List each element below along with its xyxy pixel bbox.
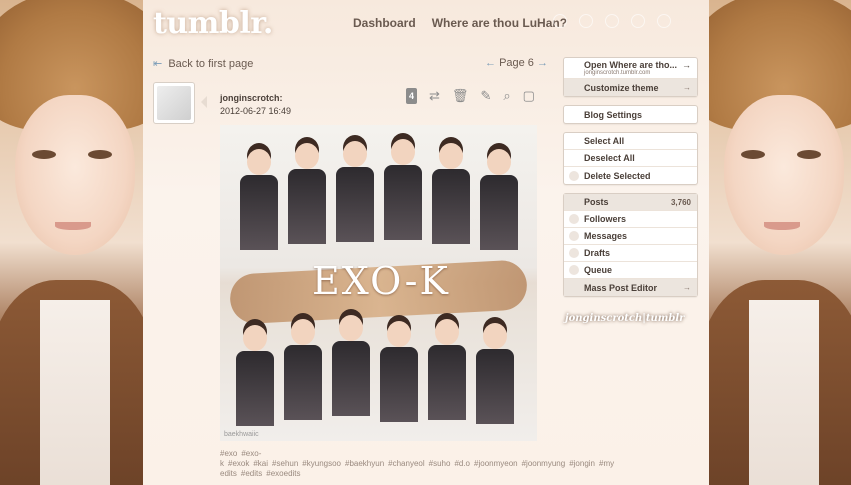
image-watermark: baekhwaiic xyxy=(224,431,259,438)
logout-icon[interactable] xyxy=(657,14,671,28)
left-background-portrait xyxy=(0,0,143,485)
post-meta: jonginscrotch: 2012-06-27 16:49 xyxy=(220,92,291,118)
blog-settings-link[interactable]: Blog Settings xyxy=(564,106,697,123)
reblog-count-badge: 4 xyxy=(406,88,418,104)
tumblr-logo[interactable]: tumblr. xyxy=(153,6,273,41)
pager: ⇤ Back to first page ← Page 6 → xyxy=(153,57,548,70)
deselect-all-button[interactable]: Deselect All xyxy=(564,150,697,167)
avatar[interactable] xyxy=(153,82,195,124)
post-tag[interactable]: #kai xyxy=(253,459,268,468)
reblog-icon[interactable]: ⇄ xyxy=(429,89,440,103)
trash-icon[interactable]: 🗑 xyxy=(452,89,469,103)
open-blog-link[interactable]: Open Where are tho... → jonginscrotch.tum… xyxy=(564,58,697,79)
top-nav: Dashboard Where are thou LuHan? xyxy=(353,16,567,30)
post-tag[interactable]: #baekhyun xyxy=(345,459,384,468)
arrow-right-icon: → xyxy=(537,57,548,69)
post-tag[interactable]: #exo xyxy=(220,449,237,458)
back-to-first-link[interactable]: ⇤ Back to first page xyxy=(153,57,253,70)
selection-box: Select All Deselect All Delete Selected xyxy=(563,132,698,185)
drafts-link[interactable]: Drafts xyxy=(564,245,697,262)
customize-theme-link[interactable]: Customize theme → xyxy=(564,79,697,96)
inbox-icon[interactable] xyxy=(579,14,593,28)
post-tag[interactable]: #exoedits xyxy=(266,469,300,478)
arrow-right-icon: → xyxy=(682,60,691,70)
post-tag[interactable]: #joonmyung xyxy=(522,459,566,468)
arrow-left-icon: ⇤ xyxy=(153,58,163,70)
post-tag[interactable]: #jongin xyxy=(569,459,595,468)
page-indicator[interactable]: ← Page 6 → xyxy=(485,57,548,70)
post-tag[interactable]: #joonmyeon xyxy=(474,459,518,468)
post-tag[interactable]: #kyungsoo xyxy=(302,459,341,468)
sidebar: Open Where are tho... → jonginscrotch.tum… xyxy=(563,57,698,305)
nav-blog[interactable]: Where are thou LuHan? xyxy=(432,16,567,30)
arrow-right-icon: → xyxy=(683,283,691,292)
followers-link[interactable]: Followers xyxy=(564,211,697,228)
stats-box: Posts 3,760 Followers Messages Drafts Que… xyxy=(563,193,698,297)
delete-selected-button[interactable]: Delete Selected xyxy=(564,167,697,184)
select-checkbox-icon[interactable]: ▢ xyxy=(523,89,535,103)
blog-box: Open Where are tho... → jonginscrotch.tum… xyxy=(563,57,698,97)
followers-icon xyxy=(569,214,579,224)
arrow-right-icon: → xyxy=(683,83,691,92)
post-tags: #exo #exo-k #exok #kai #sehun #kyungsoo #baekh… xyxy=(220,449,614,479)
posts-count: 3,760 xyxy=(670,197,691,207)
messages-icon xyxy=(569,231,579,241)
post-caret xyxy=(201,96,207,108)
mass-post-editor-link[interactable]: Mass Post Editor → xyxy=(564,279,697,296)
queue-link[interactable]: Queue xyxy=(564,262,697,279)
select-all-button[interactable]: Select All xyxy=(564,133,697,150)
right-background-portrait xyxy=(709,0,851,485)
queue-icon xyxy=(569,265,579,275)
post-tag[interactable]: #edits xyxy=(241,469,262,478)
image-title-text: EXO-K xyxy=(312,259,450,303)
settings-box: Blog Settings xyxy=(563,105,698,124)
edit-icon[interactable]: ✎ xyxy=(480,89,491,103)
drafts-icon xyxy=(569,248,579,258)
top-icons xyxy=(553,14,671,28)
trash-icon xyxy=(569,170,579,181)
post-tag[interactable]: #chanyeol xyxy=(388,459,424,468)
post-tag[interactable]: #suho xyxy=(429,459,451,468)
post-tag[interactable]: #sehun xyxy=(272,459,298,468)
blog-name-graphic: jonginscrotch|tumblr xyxy=(565,313,685,324)
post-tag[interactable]: #d.o xyxy=(454,459,470,468)
search-icon[interactable] xyxy=(553,14,567,28)
arrow-left-icon: ← xyxy=(485,57,496,69)
post-tag[interactable]: #exok xyxy=(228,459,249,468)
post-username[interactable]: jonginscrotch: xyxy=(220,92,291,105)
post-controls: 4 ⇄ 🗑 ✎ ⌕ ▢ xyxy=(406,88,535,104)
posts-link[interactable]: Posts 3,760 xyxy=(564,194,697,211)
activity-icon[interactable] xyxy=(605,14,619,28)
messages-link[interactable]: Messages xyxy=(564,228,697,245)
post-timestamp: 2012-06-27 16:49 xyxy=(220,106,292,116)
settings-icon[interactable] xyxy=(631,14,645,28)
nav-dashboard[interactable]: Dashboard xyxy=(353,16,416,30)
post-image[interactable]: EXO-K baekhwaiic xyxy=(220,125,537,441)
zoom-icon[interactable]: ⌕ xyxy=(503,89,510,103)
blog-url: jonginscrotch.tumblr.com xyxy=(584,70,651,76)
